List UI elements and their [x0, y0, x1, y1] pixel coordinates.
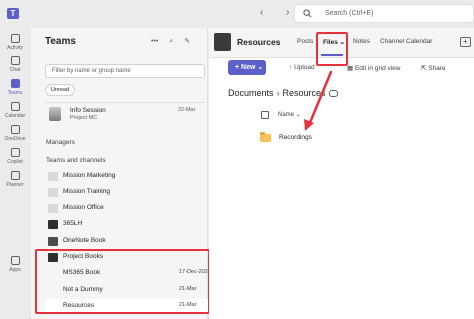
files-toolbar: + New ⌄ ↑ Upload ▦ Edit in grid view ⇱ S…: [209, 58, 474, 78]
divider: [45, 102, 205, 103]
rail-label: Activity: [7, 45, 23, 51]
teams-heading[interactable]: Teams and channels: [46, 157, 106, 164]
breadcrumb-documents[interactable]: Documents: [228, 88, 274, 98]
rail-copilot[interactable]: Copilot: [0, 148, 30, 165]
teams-icon: [10, 79, 20, 88]
new-button-label: New: [241, 64, 256, 71]
rail-activity[interactable]: Activity: [0, 34, 30, 51]
chat-item[interactable]: Info Session Project MC 22-Mar: [45, 106, 215, 128]
calendar-icon: [10, 102, 20, 111]
team-item[interactable]: 365LH: [45, 218, 215, 231]
edit-grid-label: Edit in grid view: [354, 65, 401, 72]
channel-header: Resources Posts Files ⌄ Notes Channel Ca…: [209, 28, 474, 66]
unread-filter-chip[interactable]: Unread: [45, 84, 76, 96]
chat-subtitle: Project MC: [70, 115, 98, 121]
rail-label: Copilot: [7, 159, 23, 165]
team-item[interactable]: Mission Marketing: [45, 170, 215, 183]
column-name[interactable]: Name ⌄: [278, 111, 301, 118]
title-bar: T ‹ › Search (Ctrl+E): [0, 0, 474, 28]
filter-placeholder: Filter by name or group name: [52, 68, 131, 74]
team-item[interactable]: Mission Training: [45, 186, 215, 199]
cloud-icon: [10, 125, 20, 134]
chevron-right-icon: ›: [276, 88, 280, 98]
team-label: Mission Marketing: [63, 172, 116, 179]
file-type-icon: [261, 111, 269, 119]
compose-icon[interactable]: ✎: [184, 38, 190, 45]
breadcrumb: Documents › Resources: [228, 88, 338, 98]
chat-icon: [10, 56, 20, 65]
add-tab-button[interactable]: +: [460, 37, 471, 47]
team-logo-icon: [48, 172, 58, 181]
people-icon[interactable]: [328, 90, 338, 98]
rail-apps[interactable]: Apps: [0, 256, 30, 273]
breadcrumb-current: Resources: [282, 88, 326, 98]
rail-label: Chat: [9, 67, 21, 73]
team-logo-icon: [48, 204, 58, 213]
folder-icon: [260, 132, 271, 142]
team-label: OneNote Book: [63, 237, 106, 244]
rail-label: Planner: [6, 182, 24, 188]
rail-teams[interactable]: Teams: [0, 79, 30, 96]
chat-name: Info Session: [70, 107, 106, 114]
filter-input[interactable]: Filter by name or group name: [45, 64, 205, 78]
apps-icon: [10, 256, 20, 265]
copilot-icon: [10, 148, 20, 157]
channel-title: Resources: [237, 37, 281, 47]
rail-planner[interactable]: Planner: [0, 171, 30, 188]
managers-heading[interactable]: Managers: [46, 139, 75, 146]
rail-label: Calendar: [4, 113, 26, 119]
column-name-label: Name: [278, 112, 295, 118]
chat-date: 22-Mar: [178, 107, 196, 113]
teams-logo: T: [7, 8, 19, 19]
share-icon: ⇱: [421, 65, 427, 72]
tab-posts[interactable]: Posts: [297, 38, 313, 45]
more-options-icon[interactable]: •••: [151, 38, 158, 45]
upload-button[interactable]: ↑ Upload: [289, 64, 315, 71]
file-row[interactable]: Recordings: [228, 132, 468, 146]
planner-icon: [10, 171, 20, 180]
rail-label: OneDrive: [4, 136, 26, 142]
rail-onedrive[interactable]: OneDrive: [0, 125, 30, 142]
edit-grid-button[interactable]: ▦ Edit in grid view: [347, 64, 401, 72]
rail-label: Teams: [7, 90, 23, 96]
highlight-box-channels: [35, 249, 210, 314]
new-button[interactable]: + New ⌄: [228, 60, 266, 75]
team-logo-icon: [48, 188, 58, 197]
share-label: Share: [428, 65, 446, 72]
column-header: Name ⌄: [228, 108, 468, 122]
rail-label: Apps: [9, 267, 21, 273]
team-item[interactable]: OneNote Book: [45, 235, 215, 248]
search-placeholder: Search (Ctrl+E): [325, 10, 374, 17]
search-box[interactable]: Search (Ctrl+E): [294, 4, 474, 23]
grid-icon: ▦: [347, 65, 354, 72]
share-button[interactable]: ⇱ Share: [421, 64, 446, 72]
rail-calendar[interactable]: Calendar: [0, 102, 30, 119]
search-icon[interactable]: ⌕: [169, 38, 173, 45]
avatar: [49, 107, 61, 121]
channel-avatar: [214, 33, 231, 51]
app-rail: Activity Chat Teams Calendar OneDrive Co…: [0, 28, 30, 319]
upload-icon: ↑: [289, 64, 293, 71]
panel-actions: ••• ⌕ ✎: [151, 37, 199, 46]
upload-label: Upload: [294, 64, 315, 71]
tab-notes[interactable]: Notes: [353, 38, 370, 45]
team-label: Mission Training: [63, 188, 110, 195]
file-name: Recordings: [279, 134, 312, 141]
team-label: Mission Office: [63, 204, 104, 211]
rail-chat[interactable]: Chat: [0, 56, 30, 73]
search-icon: [303, 9, 312, 18]
panel-title: Teams: [45, 36, 76, 47]
team-item[interactable]: Mission Office: [45, 202, 215, 215]
main-content: Resources Posts Files ⌄ Notes Channel Ca…: [209, 28, 474, 319]
bell-icon: [10, 34, 20, 43]
team-label: 365LH: [63, 220, 83, 227]
team-logo-icon: [48, 220, 58, 229]
team-logo-icon: [48, 237, 58, 246]
tab-channel-calendar[interactable]: Channel Calendar: [380, 38, 432, 45]
